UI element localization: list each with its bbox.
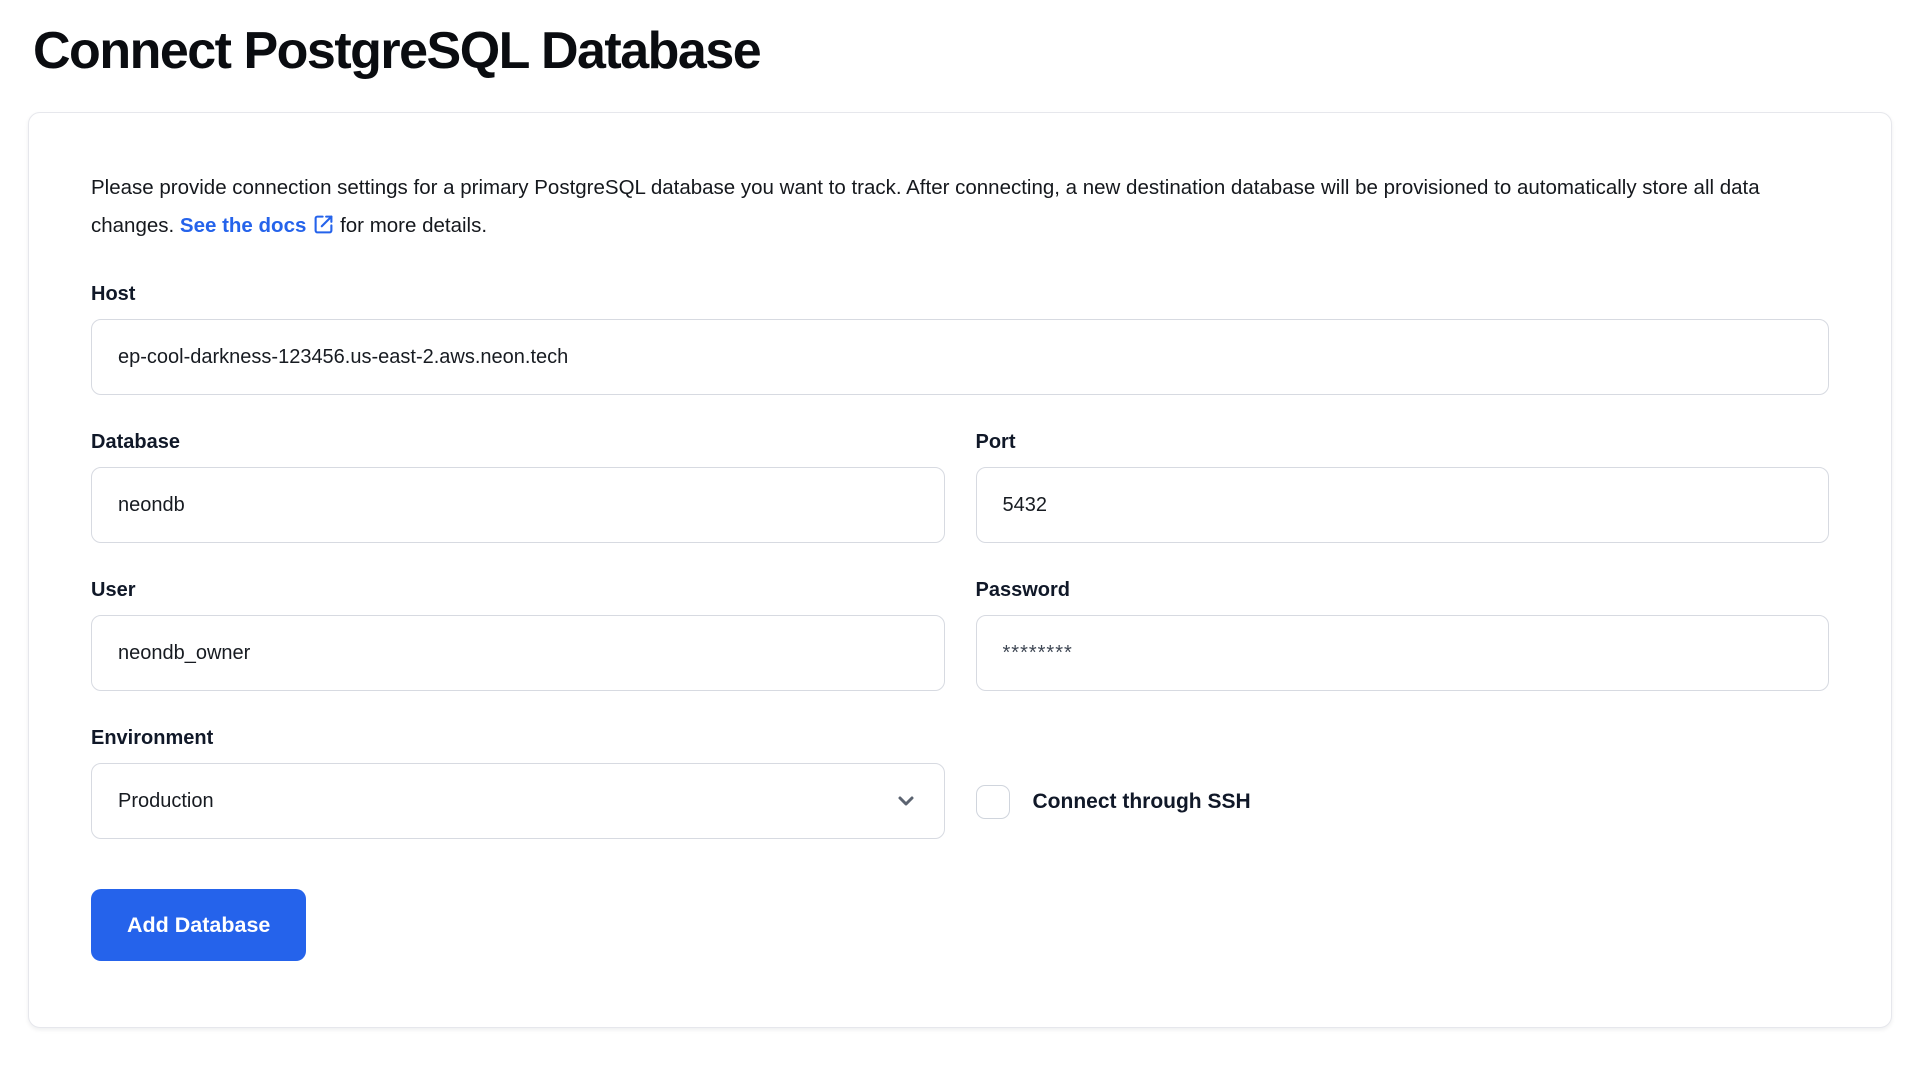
- ssh-option-row: Connect through SSH: [976, 764, 1830, 840]
- host-field: Host: [91, 283, 1829, 395]
- environment-label: Environment: [91, 727, 945, 750]
- connection-settings-card: Please provide connection settings for a…: [28, 112, 1892, 1028]
- password-field: Password: [976, 579, 1830, 691]
- user-input[interactable]: [91, 615, 945, 691]
- chevron-down-icon: [894, 789, 918, 813]
- host-label: Host: [91, 283, 1829, 306]
- user-field: User: [91, 579, 945, 691]
- docs-link-label: See the docs: [180, 214, 306, 237]
- docs-link[interactable]: See the docs: [180, 214, 334, 237]
- database-field: Database: [91, 431, 945, 543]
- port-label: Port: [976, 431, 1830, 454]
- port-field: Port: [976, 431, 1830, 543]
- database-label: Database: [91, 431, 945, 454]
- environment-field: Environment Production: [91, 727, 945, 839]
- description-after-link: for more details.: [334, 214, 487, 237]
- database-input[interactable]: [91, 467, 945, 543]
- page-title: Connect PostgreSQL Database: [33, 20, 1892, 82]
- port-input[interactable]: [976, 467, 1830, 543]
- password-input[interactable]: [976, 615, 1830, 691]
- environment-select[interactable]: Production: [91, 763, 945, 839]
- password-label: Password: [976, 579, 1830, 602]
- host-input[interactable]: [91, 319, 1829, 395]
- ssh-checkbox-label: Connect through SSH: [1033, 790, 1251, 814]
- add-database-button[interactable]: Add Database: [91, 889, 306, 961]
- description-text: Please provide connection settings for a…: [91, 169, 1829, 245]
- user-label: User: [91, 579, 945, 602]
- environment-selected-value: Production: [118, 790, 214, 813]
- external-link-icon: [313, 214, 334, 235]
- ssh-checkbox[interactable]: [976, 785, 1010, 819]
